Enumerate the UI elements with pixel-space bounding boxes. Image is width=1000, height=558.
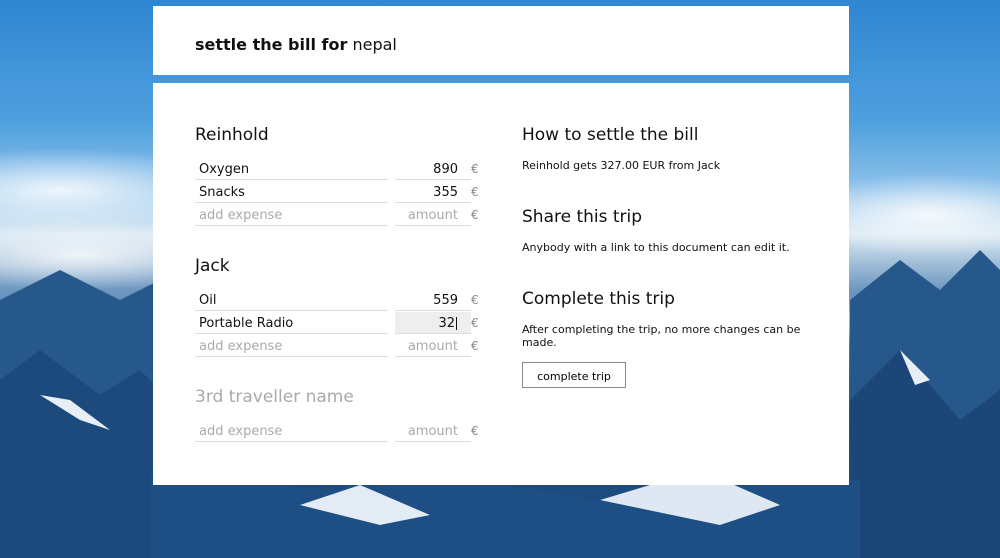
traveller-name-jack[interactable]: Jack xyxy=(195,256,230,276)
expense-row: Portable Radio 32 € xyxy=(195,312,485,335)
share-text: Anybody with a link to this document can… xyxy=(522,241,790,254)
expense-name-field[interactable]: Portable Radio xyxy=(195,312,388,334)
new-expense-row: add expense amount € xyxy=(195,335,485,358)
settle-result: Reinhold gets 327.00 EUR from Jack xyxy=(522,159,721,172)
text-cursor xyxy=(456,317,457,330)
add-expense-input[interactable]: add expense xyxy=(195,335,388,357)
expense-name-field[interactable]: Oil xyxy=(195,289,388,311)
euro-symbol: € xyxy=(471,424,479,438)
expense-amount-field[interactable]: 890 xyxy=(395,158,471,180)
new-traveller-name-input[interactable]: 3rd traveller name xyxy=(195,387,354,407)
main-panel: Reinhold Oxygen 890 € Snacks 355 € add e… xyxy=(153,83,849,485)
trip-name[interactable]: nepal xyxy=(352,35,396,54)
title-prefix: settle the bill for xyxy=(195,35,348,54)
complete-text: After completing the trip, no more chang… xyxy=(522,323,801,349)
new-expense-row: add expense amount € xyxy=(195,420,485,443)
expense-amount-field[interactable]: 559 xyxy=(395,289,471,311)
expense-amount-field-active[interactable]: 32 xyxy=(395,312,471,334)
amount-input[interactable]: amount xyxy=(395,204,471,226)
euro-symbol: € xyxy=(471,316,479,330)
add-expense-input[interactable]: add expense xyxy=(195,204,388,226)
expense-amount-field[interactable]: 355 xyxy=(395,181,471,203)
euro-symbol: € xyxy=(471,162,479,176)
euro-symbol: € xyxy=(471,208,479,222)
share-heading: Share this trip xyxy=(522,207,643,227)
settle-heading: How to settle the bill xyxy=(522,125,699,145)
add-expense-input[interactable]: add expense xyxy=(195,420,388,442)
euro-symbol: € xyxy=(471,185,479,199)
traveller-name-reinhold[interactable]: Reinhold xyxy=(195,125,269,145)
new-expense-row: add expense amount € xyxy=(195,204,485,227)
amount-value: 32 xyxy=(438,316,455,331)
header-panel: settle the bill for nepal xyxy=(153,6,849,75)
expense-name-field[interactable]: Snacks xyxy=(195,181,388,203)
expense-row: Snacks 355 € xyxy=(195,181,485,204)
amount-input[interactable]: amount xyxy=(395,420,471,442)
euro-symbol: € xyxy=(471,339,479,353)
expense-name-field[interactable]: Oxygen xyxy=(195,158,388,180)
page-title: settle the bill for nepal xyxy=(195,35,397,54)
amount-input[interactable]: amount xyxy=(395,335,471,357)
expense-row: Oxygen 890 € xyxy=(195,158,485,181)
complete-trip-button[interactable]: complete trip xyxy=(522,362,626,388)
expense-row: Oil 559 € xyxy=(195,289,485,312)
euro-symbol: € xyxy=(471,293,479,307)
complete-heading: Complete this trip xyxy=(522,289,675,309)
